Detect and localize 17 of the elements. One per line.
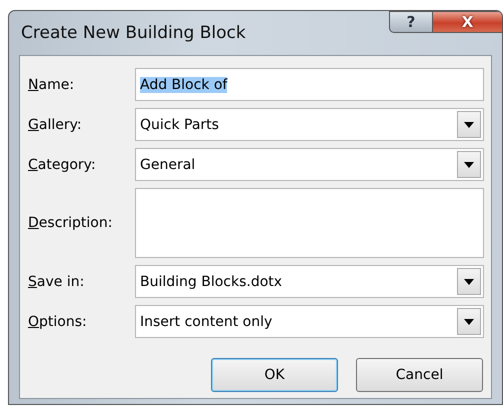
field-label: Options: (28, 314, 88, 330)
close-button[interactable]: X (433, 11, 502, 33)
help-button[interactable]: ? (389, 11, 433, 33)
dialog-button[interactable]: OK (211, 358, 338, 392)
field-label: Name: (28, 76, 76, 92)
description-field[interactable] (135, 188, 484, 258)
field-label: Description: (28, 215, 114, 231)
dropdown-field[interactable]: Quick Parts (135, 108, 484, 141)
window-title: Create New Building Block (21, 23, 246, 43)
dialog-button[interactable]: Cancel (356, 358, 483, 392)
dropdown-field[interactable]: Building Blocks.dotx (135, 265, 484, 298)
field-label: Category: (28, 156, 97, 172)
field-label: Gallery: (28, 116, 83, 132)
field-label: Save in: (28, 274, 86, 290)
dropdown-field[interactable]: Insert content only (135, 305, 484, 338)
name-field[interactable]: Add Block of (135, 68, 484, 101)
dropdown-field[interactable]: General (135, 148, 484, 181)
